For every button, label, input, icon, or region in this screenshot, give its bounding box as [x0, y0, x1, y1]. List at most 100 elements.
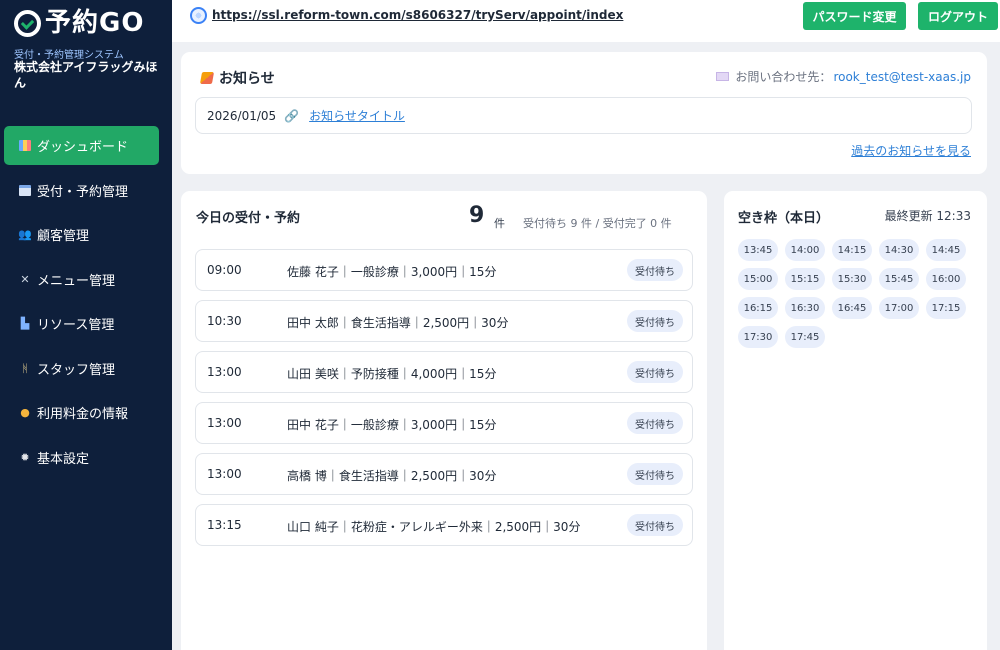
top-bar: https://ssl.reform-town.com/s8606327/try… — [172, 0, 1000, 42]
booking-description: 高橋 博｜食生活指導｜2,500円｜30分 — [287, 469, 497, 483]
slot-chip[interactable]: 15:45 — [879, 268, 919, 290]
slot-chip[interactable]: 14:15 — [832, 239, 872, 261]
staff-icon-glyph: ᚻ — [21, 361, 29, 375]
slot-chip[interactable]: 15:00 — [738, 268, 778, 290]
contact-label: お問い合わせ先： — [735, 70, 832, 84]
slot-chip[interactable]: 16:30 — [785, 297, 825, 319]
booking-description: 佐藤 花子｜一般診療｜3,000円｜15分 — [287, 265, 497, 279]
slot-chip[interactable]: 16:15 — [738, 297, 778, 319]
resource-icon-glyph: ▙ — [20, 317, 30, 330]
users-icon-glyph: 👥 — [18, 228, 32, 241]
bookings-summary: 受付待ち 9 件 / 受付完了 0 件 — [523, 217, 672, 230]
slot-chip[interactable]: 17:00 — [879, 297, 919, 319]
sidebar-item-7[interactable]: ✹ 基本設定 — [4, 438, 159, 477]
booking-row[interactable]: 13:15 山口 純子｜花粉症・アレルギー外来｜2,500円｜30分 受付待ち — [195, 504, 693, 546]
mail-icon — [716, 72, 730, 81]
booking-time: 13:00 — [207, 365, 242, 379]
slot-chip[interactable]: 17:30 — [738, 326, 778, 348]
slots-last-updated: 最終更新 12:33 — [884, 209, 971, 223]
slot-chip[interactable]: 17:45 — [785, 326, 825, 348]
page-url-link[interactable]: https://ssl.reform-town.com/s8606327/try… — [212, 8, 623, 22]
gear-icon-glyph: ✹ — [20, 450, 30, 464]
logout-button[interactable]: ログアウト — [918, 2, 998, 30]
booking-status-badge: 受付待ち — [627, 514, 683, 536]
booking-description: 山田 美咲｜予防接種｜4,000円｜15分 — [287, 367, 497, 381]
sidebar-item-3[interactable]: ✕ メニュー管理 — [4, 260, 159, 299]
past-notices-link[interactable]: 過去のお知らせを見る — [851, 142, 971, 159]
slot-chip[interactable]: 17:15 — [926, 297, 966, 319]
booking-row[interactable]: 13:00 高橋 博｜食生活指導｜2,500円｜30分 受付待ち — [195, 453, 693, 495]
dashboard-icon-glyph — [19, 140, 31, 151]
booking-time: 13:00 — [207, 467, 242, 481]
logo-text: 予約GO — [45, 8, 145, 38]
booking-row[interactable]: 13:00 田中 花子｜一般診療｜3,000円｜15分 受付待ち — [195, 402, 693, 444]
globe-icon — [190, 7, 207, 24]
slots-title: 空き枠（本日） — [738, 211, 830, 226]
logo[interactable]: 予約GO — [14, 8, 144, 38]
booking-description: 田中 太郎｜食生活指導｜2,500円｜30分 — [287, 316, 509, 330]
staff-icon: ᚻ — [18, 361, 32, 375]
available-slots-card: 空き枠（本日） 最終更新 12:33 13:45 14:00 14:15 14:30 1… — [724, 191, 987, 650]
sidebar: 予約GO 受付・予約管理システム 株式会社アイフラッグみほん ダッシュボード 受付… — [0, 0, 172, 650]
booking-status-badge: 受付待ち — [627, 310, 683, 332]
change-password-button[interactable]: パスワード変更 — [803, 2, 906, 30]
booking-row[interactable]: 13:00 山田 美咲｜予防接種｜4,000円｜15分 受付待ち — [195, 351, 693, 393]
sidebar-item-label: 利用料金の情報 — [37, 407, 129, 422]
sidebar-item-2[interactable]: 👥 顧客管理 — [4, 215, 159, 254]
resource-icon: ▙ — [18, 317, 32, 331]
notice-heading: お知らせ — [199, 68, 275, 88]
logo-check-icon — [14, 9, 41, 37]
booking-row[interactable]: 10:30 田中 太郎｜食生活指導｜2,500円｜30分 受付待ち — [195, 300, 693, 342]
money-bag-icon: ● — [18, 406, 32, 420]
booking-status-badge: 受付待ち — [627, 361, 683, 383]
calendar-icon — [18, 183, 32, 197]
booking-status-badge: 受付待ち — [627, 463, 683, 485]
notice-date: 2026/01/05 — [207, 108, 277, 123]
sidebar-item-label: メニュー管理 — [37, 273, 116, 289]
bookings-count: 9 — [469, 203, 485, 228]
sidebar-item-label: 受付・予約管理 — [37, 184, 129, 200]
booking-time: 09:00 — [207, 263, 242, 277]
contact-email-link[interactable]: rook_test@test-xaas.jp — [833, 70, 971, 84]
notice-item: 2026/01/05 🔗 お知らせタイトル — [195, 97, 972, 134]
memo-icon — [199, 72, 215, 84]
slot-chip[interactable]: 14:00 — [785, 239, 825, 261]
bookings-title: 今日の受付・予約 — [196, 211, 301, 226]
tools-icon-glyph: ✕ — [20, 272, 30, 286]
money-bag-icon-glyph: ● — [20, 406, 30, 419]
notice-title-link[interactable]: お知らせタイトル — [309, 107, 405, 124]
slot-chip[interactable]: 15:15 — [785, 268, 825, 290]
sidebar-item-5[interactable]: ᚻ スタッフ管理 — [4, 349, 159, 388]
sidebar-item-label: 基本設定 — [37, 451, 90, 467]
sidebar-item-4[interactable]: ▙ リソース管理 — [4, 304, 159, 343]
today-bookings-card: 今日の受付・予約 9 件 受付待ち 9 件 / 受付完了 0 件 09:00 佐藤… — [181, 191, 707, 650]
slot-chip[interactable]: 13:45 — [738, 239, 778, 261]
sidebar-item-label: スタッフ管理 — [37, 362, 116, 378]
slots-grid: 13:45 14:00 14:15 14:30 14:45 15:00 15:15 15:30… — [738, 239, 978, 355]
notice-card: お知らせ お問い合わせ先： rook_test@test-xaas.jp 202… — [181, 52, 987, 174]
booking-description: 山口 純子｜花粉症・アレルギー外来｜2,500円｜30分 — [287, 520, 581, 534]
booking-time: 13:15 — [207, 518, 242, 532]
slot-chip[interactable]: 16:00 — [926, 268, 966, 290]
booking-status-badge: 受付待ち — [627, 259, 683, 281]
booking-time: 13:00 — [207, 416, 242, 430]
slot-chip[interactable]: 14:30 — [879, 239, 919, 261]
sidebar-item-0[interactable]: ダッシュボード — [4, 126, 159, 165]
link-icon: 🔗 — [284, 108, 300, 123]
booking-status-badge: 受付待ち — [627, 412, 683, 434]
bookings-list: 09:00 佐藤 花子｜一般診療｜3,000円｜15分 受付待ち 10:30 田中 太郎… — [195, 249, 693, 555]
sidebar-item-label: リソース管理 — [37, 318, 115, 333]
slot-chip[interactable]: 14:45 — [926, 239, 966, 261]
booking-time: 10:30 — [207, 314, 242, 328]
booking-row[interactable]: 09:00 佐藤 花子｜一般診療｜3,000円｜15分 受付待ち — [195, 249, 693, 291]
dashboard-icon — [18, 139, 32, 153]
users-icon: 👥 — [18, 228, 32, 242]
slot-chip[interactable]: 15:30 — [832, 268, 872, 290]
tools-icon: ✕ — [18, 272, 32, 286]
sidebar-item-6[interactable]: ● 利用料金の情報 — [4, 393, 159, 432]
sidebar-item-label: 顧客管理 — [37, 229, 90, 244]
sidebar-item-1[interactable]: 受付・予約管理 — [4, 171, 159, 210]
slot-chip[interactable]: 16:45 — [832, 297, 872, 319]
calendar-icon-glyph — [19, 184, 31, 196]
company-name: 株式会社アイフラッグみほん — [14, 60, 158, 90]
